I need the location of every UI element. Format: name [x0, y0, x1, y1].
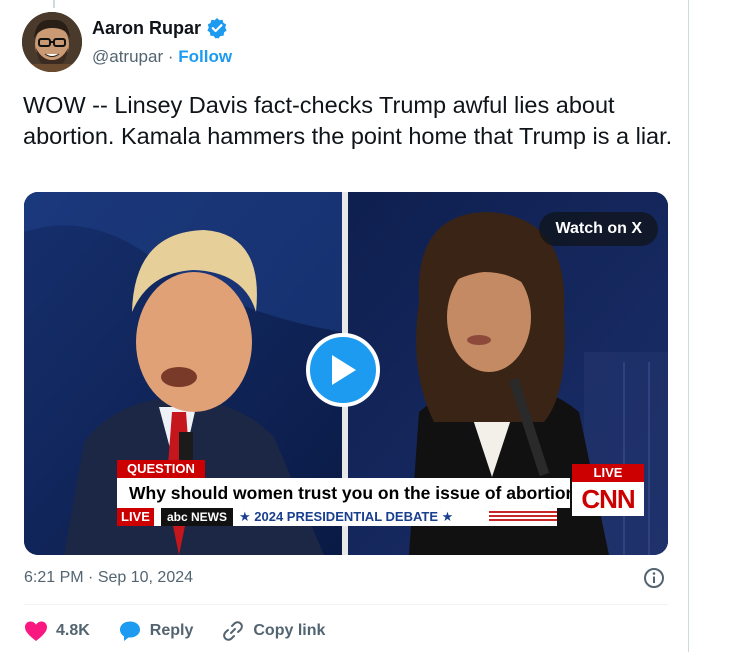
tweet-time: 6:21 PM — [24, 569, 84, 586]
like-button[interactable]: 4.8K — [24, 620, 90, 642]
abc-news-logo: abc NEWS — [161, 508, 234, 526]
author-handle-row: @atrupar · Follow — [92, 47, 232, 67]
like-count: 4.8K — [56, 622, 90, 639]
live-tag: LIVE — [117, 508, 154, 526]
play-icon — [332, 355, 356, 385]
thread-line — [53, 0, 55, 8]
tweet-card: Aaron Rupar @atrupar · Follow WOW -- Lin… — [0, 0, 689, 652]
follow-button[interactable]: Follow — [178, 47, 232, 66]
reply-label: Reply — [149, 622, 194, 639]
watch-on-x-button[interactable]: Watch on X — [539, 212, 658, 246]
tweet-text: WOW -- Linsey Davis fact-checks Trump aw… — [23, 92, 673, 149]
divider — [24, 604, 668, 605]
reply-button[interactable]: Reply — [118, 620, 194, 642]
tweet-actions: 4.8K Reply Copy link — [24, 617, 353, 645]
timestamp-separator: · — [88, 569, 94, 586]
tweet-date: Sep 10, 2024 — [97, 569, 194, 586]
news-chyron: QUESTION Why should women trust you on t… — [117, 460, 649, 526]
question-tag: QUESTION — [117, 460, 205, 478]
copy-link-button[interactable]: Copy link — [221, 619, 325, 643]
question-text: Why should women trust you on the issue … — [117, 478, 570, 508]
reply-bubble-icon — [119, 621, 140, 641]
play-button[interactable] — [306, 333, 380, 407]
copy-link-label: Copy link — [253, 622, 326, 639]
author-name-row: Aaron Rupar — [92, 17, 228, 39]
heart-icon — [25, 621, 47, 641]
handle-separator: · — [167, 47, 174, 66]
author-display-name[interactable]: Aaron Rupar — [92, 18, 201, 39]
tweet-timestamp[interactable]: 6:21 PM · Sep 10, 2024 — [24, 569, 193, 587]
info-icon[interactable] — [643, 567, 665, 589]
debate-title: ★ 2024 PRESIDENTIAL DEBATE ★ — [239, 509, 454, 524]
cnn-live-tag: LIVE — [572, 464, 644, 482]
verified-badge-icon — [206, 17, 228, 39]
author-handle[interactable]: @atrupar — [92, 47, 163, 66]
link-icon — [223, 621, 244, 641]
flag-stripes — [489, 511, 557, 523]
lower-ticker: LIVE abc NEWS ★ 2024 PRESIDENTIAL DEBATE… — [117, 508, 557, 526]
avatar[interactable] — [22, 12, 82, 72]
video-player[interactable]: Watch on X QUESTION Why should women tru… — [24, 192, 668, 555]
cnn-logo: CNN — [572, 482, 644, 516]
cnn-bug: LIVE CNN — [572, 464, 644, 526]
